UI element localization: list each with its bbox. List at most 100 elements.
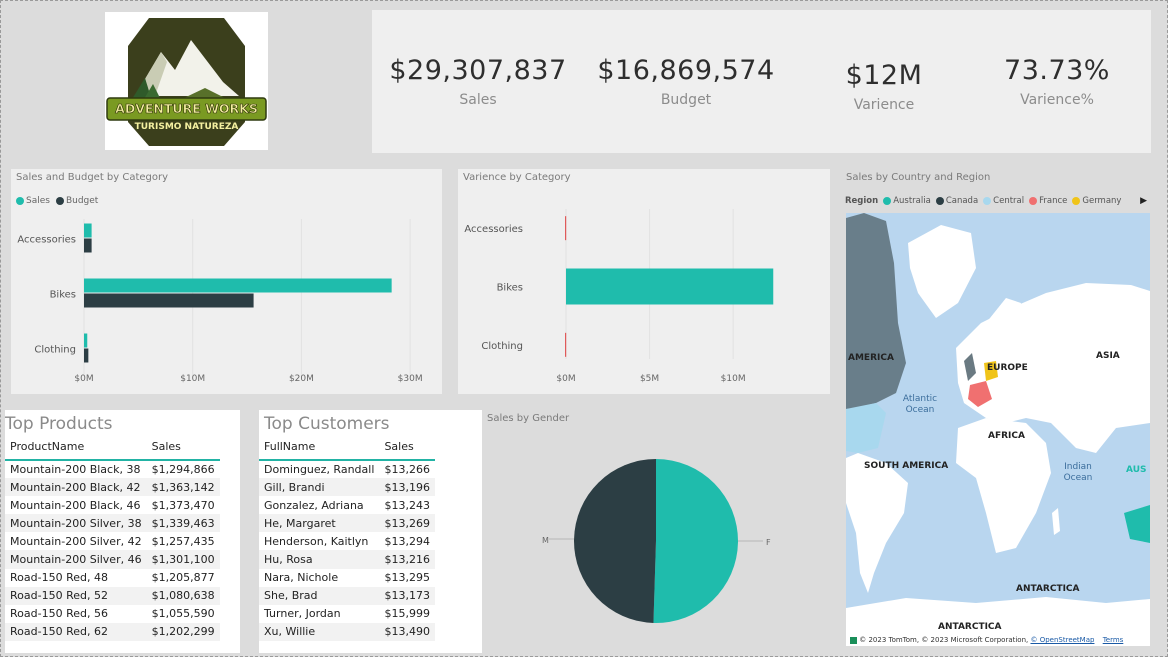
logo-emblem: ADVENTURE WORKS TURISMO NATUREZA: [106, 18, 267, 146]
column-header-productname[interactable]: ProductName: [5, 435, 147, 461]
table-cell-name: Xu, Willie: [259, 622, 380, 641]
top-products-table-panel[interactable]: Top Products ProductName Sales Mountain-…: [5, 410, 240, 653]
y-category-label: Bikes: [50, 290, 76, 301]
table-row[interactable]: Mountain-200 Black, 42 $1,363,142: [5, 478, 220, 497]
table-row[interactable]: Henderson, Kaitlyn $13,294: [259, 532, 435, 550]
table-row[interactable]: Mountain-200 Silver, 38 $1,339,463: [5, 514, 220, 533]
table-row[interactable]: Hu, Rosa $13,216: [259, 550, 435, 569]
kpi-sales: $29,307,837 Sales: [383, 55, 573, 108]
kpi-card[interactable]: $29,307,837 Sales $16,869,574 Budget $12…: [372, 10, 1151, 153]
map-legend-label: Germany: [1082, 196, 1122, 206]
map-label-europe: EUROPE: [987, 363, 1028, 373]
map-legend-central[interactable]: Central: [983, 196, 1024, 206]
x-tick-label: $30M: [398, 374, 423, 384]
logo-subtitle: TURISMO NATUREZA: [135, 122, 239, 132]
bar-sales: [84, 333, 88, 348]
table-cell-name: Mountain-200 Black, 46: [10, 498, 141, 512]
map-label-indian-ocean: Indian Ocean: [1063, 462, 1093, 483]
world-map[interactable]: AMERICA EUROPE ASIA AFRICA SOUTH AMERICA…: [846, 213, 1150, 646]
kpi-budget-label: Budget: [660, 92, 712, 108]
table-cell-sales: $13,295: [384, 571, 430, 585]
bar-variance: [566, 268, 774, 305]
table-row[interactable]: Road-150 Red, 62 $1,202,299: [5, 622, 220, 641]
map-terms-link[interactable]: Terms: [1103, 636, 1124, 644]
table-cell-name: Turner, Jordan: [264, 607, 341, 621]
map-legend-france[interactable]: France: [1029, 196, 1067, 206]
table-cell-name: She, Brad: [259, 586, 380, 605]
kpi-variance-label: Varience: [853, 97, 915, 113]
column-header-sales[interactable]: Sales: [379, 435, 435, 461]
table-cell-sales: $1,257,435: [151, 534, 215, 548]
table-cell-sales: $13,266: [384, 463, 430, 477]
table-cell-sales: $1,301,100: [146, 550, 220, 569]
x-tick-label: $0M: [74, 374, 93, 384]
table-row[interactable]: Mountain-200 Silver, 46 $1,301,100: [5, 550, 220, 569]
legend-next-arrow-icon[interactable]: ▶: [1140, 196, 1147, 206]
map-legend-label: Canada: [945, 196, 979, 206]
table-cell-sales: $1,294,866: [151, 463, 215, 477]
map-attribution: © 2023 TomTom, © 2023 Microsoft Corporat…: [850, 636, 1123, 644]
map-label-antarctica-south: ANTARCTICA: [938, 622, 1002, 632]
table-cell-sales: $13,196: [379, 478, 435, 497]
table-cell-name: Mountain-200 Silver, 38: [5, 514, 147, 533]
table-row[interactable]: Road-150 Red, 48 $1,205,877: [5, 569, 220, 587]
table-cell-sales: $1,363,142: [146, 478, 220, 497]
kpi-sales-label: Sales: [459, 92, 497, 108]
pie-slice-m: [574, 459, 656, 623]
osm-link[interactable]: © OpenStreetMap: [1030, 636, 1094, 644]
table-cell-sales: $1,202,299: [146, 622, 220, 641]
map-legend-germany[interactable]: Germany: [1072, 196, 1121, 206]
bar-budget: [84, 348, 89, 363]
bar-variance-negative: [565, 216, 567, 241]
table-row[interactable]: Turner, Jordan $15,999: [259, 605, 435, 623]
table-cell-name: Mountain-200 Silver, 46: [5, 550, 147, 569]
map-title: Sales by Country and Region: [846, 172, 991, 183]
map-legend-canada[interactable]: Canada: [935, 196, 979, 206]
map-legend-header: Region: [845, 196, 879, 206]
table-row[interactable]: Road-150 Red, 52 $1,080,638: [5, 586, 220, 605]
kpi-variance-percent-label: Varience%: [1020, 92, 1094, 108]
table-row[interactable]: Gonzalez, Adriana $13,243: [259, 496, 435, 514]
adventure-works-logo: ADVENTURE WORKS TURISMO NATUREZA: [105, 12, 268, 150]
table-row[interactable]: Dominguez, Randall $13,266: [259, 460, 435, 478]
table-row[interactable]: Gill, Brandi $13,196: [259, 478, 435, 497]
y-category-label: Clothing: [34, 345, 76, 356]
sales-budget-chart: $0M $10M $20M $30M Accessories Bikes Clothing: [17, 219, 423, 384]
x-tick-label: $5M: [640, 374, 659, 384]
table-row[interactable]: Nara, Nichole $13,295: [259, 569, 435, 587]
map-legend-label: Central: [993, 196, 1025, 206]
table-row[interactable]: She, Brad $13,173: [259, 586, 435, 605]
table-row[interactable]: Mountain-200 Silver, 42 $1,257,435: [5, 532, 220, 550]
variance-chart: $0M $5M $10M Accessories Bikes Clothing: [464, 209, 774, 384]
top-customers-table: FullName Sales Dominguez, Randall $13,266…: [259, 435, 435, 641]
sales-budget-chart-panel[interactable]: Sales and Budget by Category Sales Budge…: [11, 169, 442, 394]
y-category-label: Accessories: [17, 235, 76, 246]
x-tick-label: $10M: [721, 374, 746, 384]
map-legend-australia[interactable]: Australia: [883, 196, 931, 206]
table-row[interactable]: Mountain-200 Black, 38 $1,294,866: [5, 460, 220, 478]
table-row[interactable]: Mountain-200 Black, 46 $1,373,470: [5, 496, 220, 514]
sales-by-gender-panel[interactable]: Sales by Gender FM: [483, 407, 833, 653]
column-header-fullname[interactable]: FullName: [259, 435, 380, 461]
sales-map-panel[interactable]: Sales by Country and Region Region Austr…: [843, 169, 1151, 652]
table-row[interactable]: He, Margaret $13,269: [259, 514, 435, 533]
table-cell-sales: $1,339,463: [146, 514, 220, 533]
table-row[interactable]: Xu, Willie $13,490: [259, 622, 435, 641]
table-cell-sales: $15,999: [384, 607, 430, 621]
table-cell-sales: $1,205,877: [151, 571, 215, 585]
table-cell-name: Road-150 Red, 52: [5, 586, 147, 605]
bar-sales: [84, 223, 92, 238]
map-legend: Region Australia Canada Central France G…: [845, 196, 1121, 206]
top-customers-title: Top Customers: [264, 414, 390, 434]
bar-budget: [84, 238, 92, 253]
top-customers-table-panel[interactable]: Top Customers FullName Sales Dominguez, …: [259, 410, 482, 653]
table-cell-name: Road-150 Red, 48: [10, 571, 108, 585]
table-cell-name: Henderson, Kaitlyn: [264, 534, 369, 548]
table-cell-name: Mountain-200 Black, 38: [10, 463, 141, 477]
table-row[interactable]: Road-150 Red, 56 $1,055,590: [5, 605, 220, 623]
variance-chart-panel[interactable]: Varience by Category $0M $5M $10M Accessori…: [458, 169, 830, 394]
map-label-asia: ASIA: [1096, 351, 1120, 361]
kpi-variance-value: $12M: [845, 60, 923, 91]
kpi-budget-value: $16,869,574: [597, 55, 775, 86]
column-header-sales[interactable]: Sales: [146, 435, 220, 461]
